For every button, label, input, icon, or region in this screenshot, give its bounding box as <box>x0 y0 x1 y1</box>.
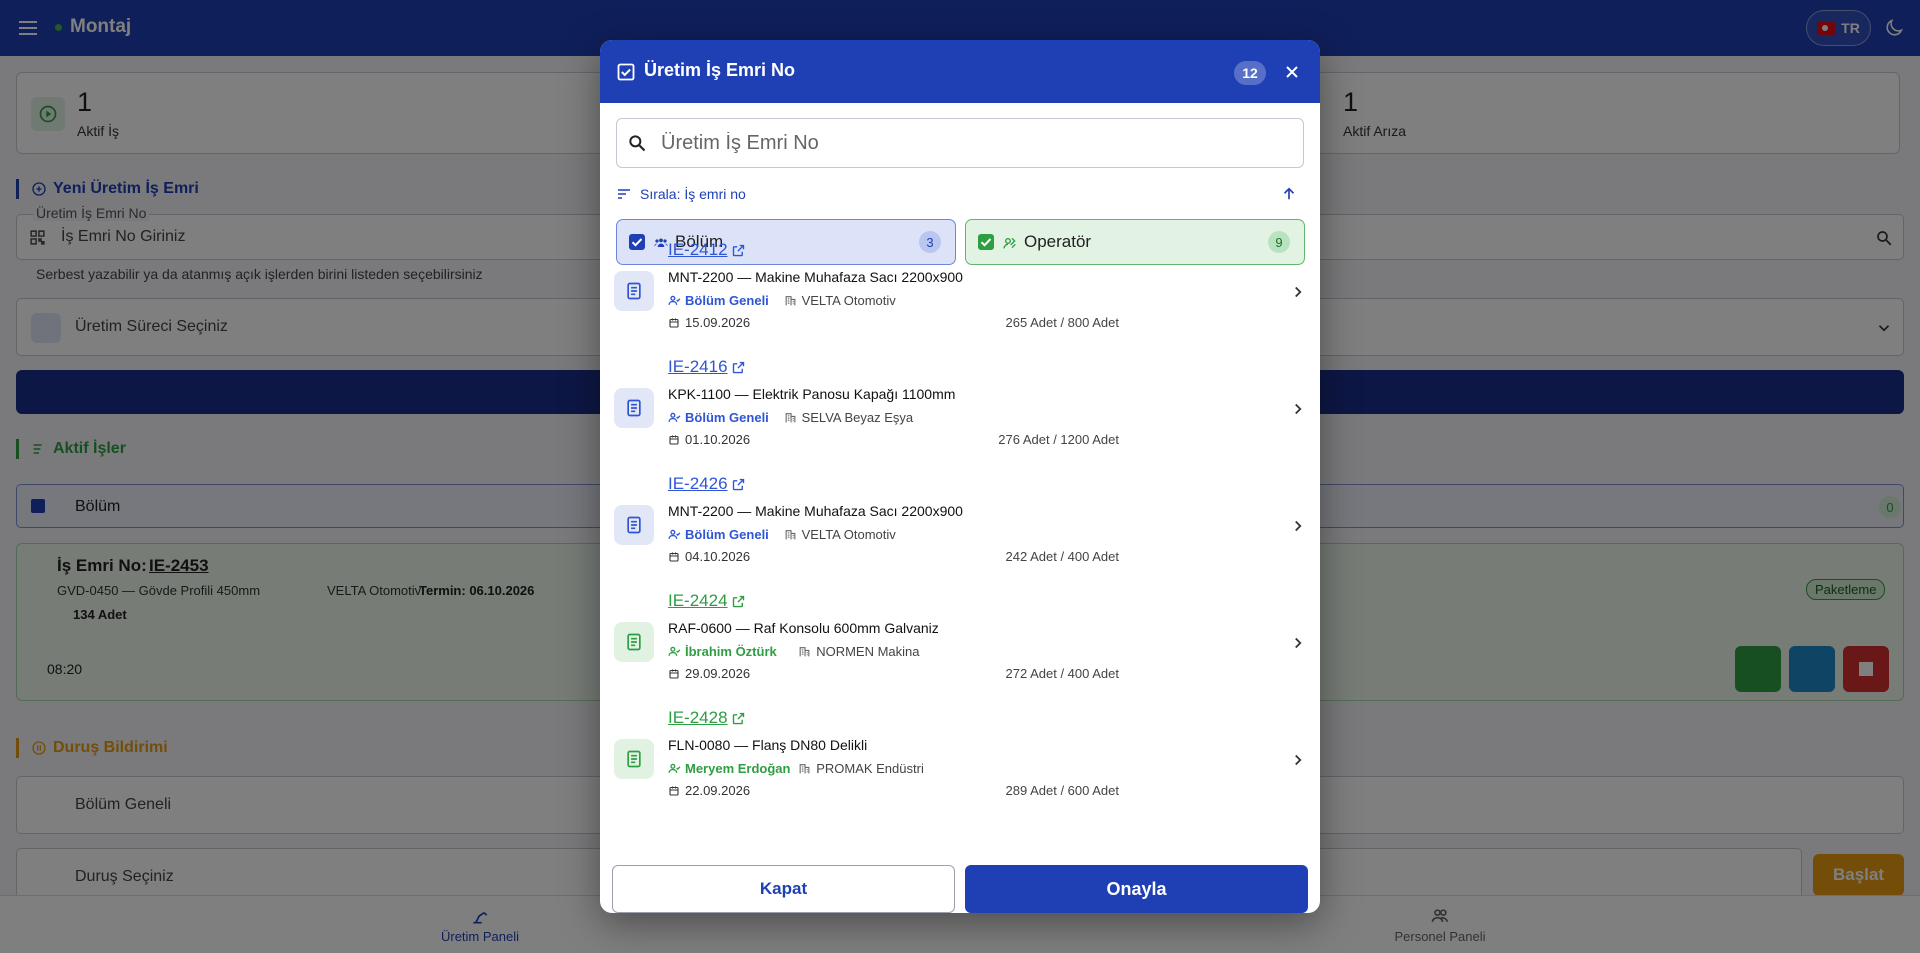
dialog-search-input[interactable] <box>661 127 1291 159</box>
open-in-new-icon[interactable] <box>731 594 746 609</box>
order-id-link[interactable]: IE-2412 <box>668 240 728 260</box>
calendar-icon <box>669 318 679 328</box>
order-assignee: Bölüm Geneli <box>668 527 769 542</box>
order-product-title: RAF-0600 — Raf Konsolu 600mm Galvaniz <box>668 620 939 636</box>
order-document-icon <box>614 388 654 428</box>
dialog-actions: Kapat Onayla <box>600 865 1320 913</box>
order-deadline: 15.09.2026 <box>668 315 750 330</box>
order-list-item[interactable]: IE-2424 RAF-0600 — Raf Konsolu 600mm Gal… <box>600 591 1320 708</box>
order-deadline: 04.10.2026 <box>668 549 750 564</box>
order-list-item[interactable]: IE-2412 MNT-2200 — Makine Muhafaza Sacı … <box>600 240 1320 357</box>
open-in-new-icon[interactable] <box>731 243 746 258</box>
order-assignee: Bölüm Geneli <box>668 410 769 425</box>
order-assignee: İbrahim Öztürk <box>668 644 777 659</box>
open-in-new-icon[interactable] <box>731 360 746 375</box>
order-list-item[interactable]: IE-2428 FLN-0080 — Flanş DN80 Delikli Me… <box>600 708 1320 825</box>
dialog-header: Üretim İş Emri No 12 <box>600 40 1320 103</box>
calendar-icon <box>669 669 679 679</box>
dialog-search-field[interactable] <box>616 118 1304 168</box>
chevron-right-icon[interactable] <box>1289 400 1307 418</box>
order-product-title: MNT-2200 — Makine Muhafaza Sacı 2200x900 <box>668 503 963 519</box>
order-id-link[interactable]: IE-2424 <box>668 591 728 611</box>
checkbox-icon <box>616 62 636 82</box>
order-assignee-text: Bölüm Geneli <box>685 410 769 425</box>
order-assignee-text: Meryem Erdoğan <box>685 761 791 776</box>
building-icon <box>785 530 795 540</box>
order-product-title: MNT-2200 — Makine Muhafaza Sacı 2200x900 <box>668 269 963 285</box>
calendar-icon <box>669 552 679 562</box>
calendar-icon <box>669 435 679 445</box>
order-assignee: Bölüm Geneli <box>668 293 769 308</box>
sort-control[interactable]: Sırala: İş emri no <box>616 184 1304 204</box>
order-customer: VELTA Otomotiv <box>784 293 896 308</box>
open-in-new-icon[interactable] <box>731 711 746 726</box>
search-icon <box>627 133 647 153</box>
assignee-icon <box>668 295 681 305</box>
order-customer-text: VELTA Otomotiv <box>801 293 896 308</box>
open-in-new-icon[interactable] <box>731 477 746 492</box>
order-id-link[interactable]: IE-2416 <box>668 357 728 377</box>
order-document-icon <box>614 271 654 311</box>
order-assignee-text: Bölüm Geneli <box>685 527 769 542</box>
order-assignee-text: İbrahim Öztürk <box>685 644 777 659</box>
order-date-text: 22.09.2026 <box>685 783 751 798</box>
order-deadline: 29.09.2026 <box>668 666 750 681</box>
arrow-up-icon[interactable] <box>1280 185 1298 203</box>
order-document-icon <box>614 739 654 779</box>
order-product-title: FLN-0080 — Flanş DN80 Delikli <box>668 737 868 753</box>
chevron-right-icon[interactable] <box>1289 634 1307 652</box>
order-quantity: 289 Adet / 600 Adet <box>1005 783 1120 798</box>
order-date-text: 01.10.2026 <box>685 432 751 447</box>
order-list-item[interactable]: IE-2426 MNT-2200 — Makine Muhafaza Sacı … <box>600 474 1320 591</box>
assignee-icon <box>668 412 681 422</box>
chevron-right-icon[interactable] <box>1289 517 1307 535</box>
order-customer-text: NORMEN Makina <box>816 644 920 659</box>
dialog-title: Üretim İş Emri No <box>644 60 796 80</box>
order-customer-text: VELTA Otomotiv <box>801 527 896 542</box>
building-icon <box>799 764 810 774</box>
order-product-title: KPK-1100 — Elektrik Panosu Kapağı 1100mm <box>668 386 956 402</box>
order-quantity: 276 Adet / 1200 Adet <box>998 432 1119 447</box>
sort-icon <box>616 186 632 202</box>
order-id-link[interactable]: IE-2428 <box>668 708 728 728</box>
building-icon <box>799 647 810 657</box>
order-customer: VELTA Otomotiv <box>784 527 896 542</box>
order-deadline: 22.09.2026 <box>668 783 750 798</box>
assignee-icon <box>668 646 681 656</box>
sort-label: Sırala: İş emri no <box>640 186 746 202</box>
close-button[interactable]: Kapat <box>612 865 955 913</box>
order-date-text: 04.10.2026 <box>685 549 751 564</box>
order-document-icon <box>614 622 654 662</box>
order-document-icon <box>614 505 654 545</box>
order-customer-text: SELVA Beyaz Eşya <box>801 410 914 425</box>
order-quantity: 265 Adet / 800 Adet <box>1005 315 1120 330</box>
dialog-count-badge: 12 <box>1234 61 1266 85</box>
confirm-button[interactable]: Onayla <box>965 865 1308 913</box>
order-customer: NORMEN Makina <box>798 644 919 659</box>
order-deadline: 01.10.2026 <box>668 432 750 447</box>
order-customer: PROMAK Endüstri <box>798 761 924 776</box>
chevron-right-icon[interactable] <box>1289 751 1307 769</box>
order-list-item[interactable]: IE-2416 KPK-1100 — Elektrik Panosu Kapağ… <box>600 357 1320 474</box>
order-assignee: Meryem Erdoğan <box>668 761 790 776</box>
order-picker-dialog: Üretim İş Emri No 12 Sırala: İş emri no … <box>600 40 1320 913</box>
order-id-link[interactable]: IE-2426 <box>668 474 728 494</box>
order-date-text: 29.09.2026 <box>685 666 751 681</box>
close-icon[interactable] <box>1282 62 1302 82</box>
order-customer: SELVA Beyaz Eşya <box>784 410 914 425</box>
order-quantity: 242 Adet / 400 Adet <box>1005 549 1120 564</box>
assignee-icon <box>668 529 681 539</box>
order-assignee-text: Bölüm Geneli <box>685 293 769 308</box>
order-quantity: 272 Adet / 400 Adet <box>1005 666 1120 681</box>
building-icon <box>785 413 795 423</box>
calendar-icon <box>669 786 679 796</box>
order-date-text: 15.09.2026 <box>685 315 751 330</box>
order-customer-text: PROMAK Endüstri <box>816 761 924 776</box>
assignee-icon <box>668 763 681 773</box>
chevron-right-icon[interactable] <box>1289 283 1307 301</box>
building-icon <box>785 296 795 306</box>
